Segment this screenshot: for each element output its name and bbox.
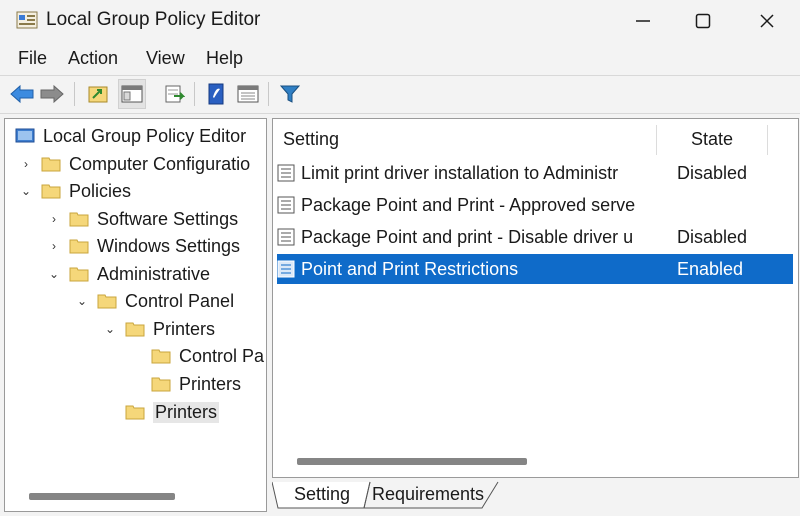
forward-arrow-icon bbox=[40, 84, 64, 104]
tab-requirements[interactable]: Requirements bbox=[368, 480, 488, 508]
tree-item-printers-parent[interactable]: ⌄ Printers bbox=[103, 316, 215, 342]
tree-item-label: Administrative bbox=[97, 263, 211, 284]
show-hide-console-tree-button[interactable] bbox=[118, 79, 146, 109]
policy-state: Disabled bbox=[677, 162, 748, 183]
policy-setting-icon bbox=[277, 228, 295, 246]
chevron-down-icon[interactable]: ⌄ bbox=[19, 184, 33, 198]
toolbar-divider bbox=[0, 113, 800, 114]
show-hide-tree-icon bbox=[121, 85, 143, 103]
list-horizontal-scrollbar[interactable] bbox=[297, 458, 527, 465]
export-list-icon bbox=[165, 85, 185, 103]
settings-list[interactable]: Setting State Limit print driver install… bbox=[272, 118, 799, 478]
tree-item-label: Control Panel bbox=[125, 290, 235, 311]
close-icon bbox=[760, 14, 774, 28]
tree-root-label: Local Group Policy Editor bbox=[43, 125, 247, 146]
view-tabs: Setting Requirements bbox=[272, 480, 572, 512]
forward-button[interactable] bbox=[38, 79, 66, 109]
policy-state: Enabled bbox=[677, 258, 744, 279]
menu-file[interactable]: File bbox=[18, 48, 47, 69]
tree-item-printers-selected[interactable]: Printers bbox=[125, 399, 220, 425]
tree-item-label: Computer Configuratio bbox=[69, 153, 251, 174]
filter-button[interactable] bbox=[276, 79, 304, 109]
folder-icon bbox=[69, 211, 89, 227]
minimize-icon bbox=[636, 20, 650, 22]
folder-icon bbox=[97, 293, 117, 309]
properties-button[interactable] bbox=[234, 79, 262, 109]
list-row-limit-print-driver[interactable]: Limit print driver installation to Admin… bbox=[277, 158, 793, 188]
title-bar: Local Group Policy Editor bbox=[0, 0, 800, 42]
tree-item-label: Printers bbox=[153, 401, 220, 423]
close-button[interactable] bbox=[742, 0, 792, 42]
tree-item-label: Windows Settings bbox=[97, 235, 241, 256]
folder-up-icon bbox=[88, 86, 108, 103]
filter-icon bbox=[279, 85, 301, 103]
folder-icon bbox=[125, 404, 145, 420]
properties-icon bbox=[237, 85, 259, 103]
window-title: Local Group Policy Editor bbox=[46, 9, 261, 30]
policy-name: Package Point and Print - Approved serve bbox=[301, 194, 636, 215]
back-arrow-icon bbox=[10, 84, 34, 104]
tree-item-label: Printers bbox=[153, 318, 216, 339]
policy-setting-icon bbox=[277, 164, 295, 182]
chevron-right-icon[interactable]: › bbox=[19, 157, 33, 171]
maximize-button[interactable] bbox=[678, 0, 728, 42]
folder-icon bbox=[151, 376, 171, 392]
folder-icon bbox=[125, 321, 145, 337]
policy-state: Disabled bbox=[677, 226, 748, 247]
tree-item-label: Control Pa bbox=[179, 345, 265, 366]
tree-item-control-panel[interactable]: ⌄ Control Panel bbox=[75, 288, 234, 314]
tree-item-computer-configuration[interactable]: › Computer Configuratio bbox=[19, 151, 250, 177]
folder-icon bbox=[69, 266, 89, 282]
column-header-state[interactable]: State bbox=[691, 119, 771, 159]
tree-item-windows-settings[interactable]: › Windows Settings bbox=[47, 233, 240, 259]
folder-icon bbox=[151, 348, 171, 364]
maximize-icon bbox=[695, 13, 711, 29]
export-list-button[interactable] bbox=[160, 79, 188, 109]
console-tree[interactable]: Local Group Policy Editor › Computer Con… bbox=[4, 118, 267, 512]
menu-bar: File Action View Help bbox=[0, 44, 800, 74]
policy-name: Limit print driver installation to Admin… bbox=[301, 162, 619, 183]
list-row-point-and-print-restrictions[interactable]: Point and Print Restrictions Enabled bbox=[277, 254, 793, 284]
tree-horizontal-scrollbar[interactable] bbox=[29, 493, 175, 500]
toolbar bbox=[0, 76, 800, 112]
policy-name: Package Point and print - Disable driver… bbox=[301, 226, 634, 247]
back-button[interactable] bbox=[8, 79, 36, 109]
list-row-package-disable-driver[interactable]: Package Point and print - Disable driver… bbox=[277, 222, 793, 252]
chevron-right-icon[interactable]: › bbox=[47, 212, 61, 226]
chevron-down-icon[interactable]: ⌄ bbox=[47, 267, 61, 281]
policy-editor-root-icon bbox=[15, 128, 35, 144]
tree-item-software-settings[interactable]: › Software Settings bbox=[47, 206, 238, 232]
menu-action[interactable]: Action bbox=[68, 48, 118, 69]
folder-icon bbox=[41, 156, 61, 172]
policy-setting-icon bbox=[277, 260, 295, 278]
minimize-button[interactable] bbox=[618, 0, 668, 42]
tree-root[interactable]: Local Group Policy Editor bbox=[15, 123, 246, 149]
folder-icon bbox=[41, 183, 61, 199]
help-icon bbox=[208, 83, 224, 105]
policy-name: Point and Print Restrictions bbox=[301, 258, 519, 279]
tree-item-label: Printers bbox=[179, 373, 242, 394]
menu-view[interactable]: View bbox=[146, 48, 185, 69]
chevron-right-icon[interactable]: › bbox=[47, 239, 61, 253]
menu-help[interactable]: Help bbox=[206, 48, 243, 69]
tab-setting[interactable]: Setting bbox=[278, 480, 366, 508]
tree-item-administrative[interactable]: ⌄ Administrative bbox=[47, 261, 210, 287]
group-policy-app-icon bbox=[16, 10, 38, 30]
column-header-setting[interactable]: Setting bbox=[283, 119, 653, 159]
chevron-down-icon[interactable]: ⌄ bbox=[103, 322, 117, 336]
tree-item-control-pa[interactable]: Control Pa bbox=[151, 343, 264, 369]
policy-setting-icon bbox=[277, 196, 295, 214]
up-one-level-button[interactable] bbox=[84, 79, 112, 109]
list-row-package-approved-servers[interactable]: Package Point and Print - Approved serve bbox=[277, 190, 793, 220]
tree-item-policies[interactable]: ⌄ Policies bbox=[19, 178, 131, 204]
help-button[interactable] bbox=[202, 79, 230, 109]
chevron-down-icon[interactable]: ⌄ bbox=[75, 294, 89, 308]
tree-item-label: Policies bbox=[69, 180, 132, 201]
folder-icon bbox=[69, 238, 89, 254]
tree-item-printers-child[interactable]: Printers bbox=[151, 371, 241, 397]
tree-item-label: Software Settings bbox=[97, 208, 239, 229]
